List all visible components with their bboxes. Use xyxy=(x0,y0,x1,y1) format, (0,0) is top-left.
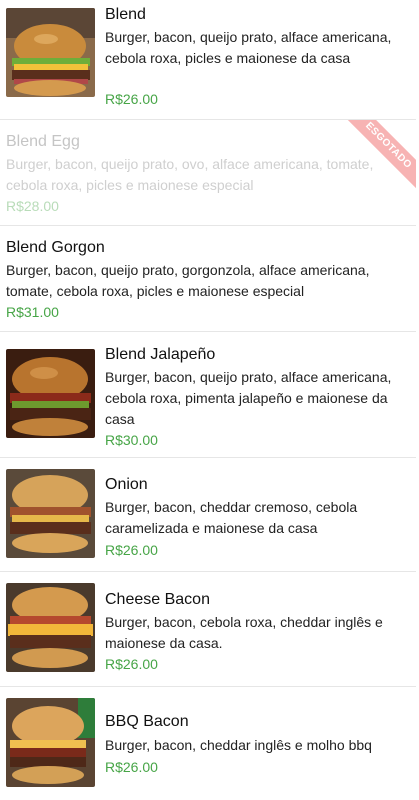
menu-item-blend-egg[interactable]: ESGOTADO Blend Egg Burger, bacon, queijo… xyxy=(0,120,416,226)
item-description: Burger, bacon, cheddar cremoso, cebola c… xyxy=(105,499,358,536)
burger-photo xyxy=(6,698,95,787)
item-price: R$28.00 xyxy=(6,198,59,214)
item-description: Burger, bacon, queijo prato, ovo, alface… xyxy=(6,156,374,193)
menu-item-cheese-bacon[interactable]: Cheese Bacon Burger, bacon, cebola roxa,… xyxy=(0,572,416,687)
item-title: Onion xyxy=(105,476,148,493)
burger-photo xyxy=(6,349,95,438)
burger-photo xyxy=(6,583,95,672)
item-price: R$31.00 xyxy=(6,304,59,320)
item-description: Burger, bacon, cheddar inglês e molho bb… xyxy=(105,737,372,753)
menu-item-bbq-bacon[interactable]: BBQ Bacon Burger, bacon, cheddar inglês … xyxy=(0,687,416,800)
item-description: Burger, bacon, queijo prato, gorgonzola,… xyxy=(6,262,370,299)
item-title: Blend xyxy=(105,6,146,23)
menu-item-blend-gorgon[interactable]: Blend Gorgon Burger, bacon, queijo prato… xyxy=(0,226,416,332)
item-title: Blend Jalapeño xyxy=(105,346,216,363)
menu-item-onion[interactable]: Onion Burger, bacon, cheddar cremoso, ce… xyxy=(0,458,416,572)
item-description: Burger, bacon, queijo prato, alface amer… xyxy=(105,369,392,427)
menu-item-blend[interactable]: Blend Burger, bacon, queijo prato, alfac… xyxy=(0,0,416,120)
item-price: R$26.00 xyxy=(105,91,158,107)
item-price: R$26.00 xyxy=(105,656,158,672)
item-price: R$26.00 xyxy=(105,542,158,558)
item-price: R$30.00 xyxy=(105,432,158,448)
item-title: BBQ Bacon xyxy=(105,713,189,730)
menu-list: Blend Burger, bacon, queijo prato, alfac… xyxy=(0,0,416,800)
item-title: Cheese Bacon xyxy=(105,591,210,608)
item-description: Burger, bacon, queijo prato, alface amer… xyxy=(105,29,392,66)
menu-item-blend-jalapeno[interactable]: Blend Jalapeño Burger, bacon, queijo pra… xyxy=(0,332,416,458)
burger-photo xyxy=(6,469,95,558)
burger-photo xyxy=(6,8,95,97)
item-price: R$26.00 xyxy=(105,759,158,775)
item-title: Blend Gorgon xyxy=(6,239,105,256)
item-description: Burger, bacon, cebola roxa, cheddar ingl… xyxy=(105,614,383,651)
item-title: Blend Egg xyxy=(6,133,80,150)
